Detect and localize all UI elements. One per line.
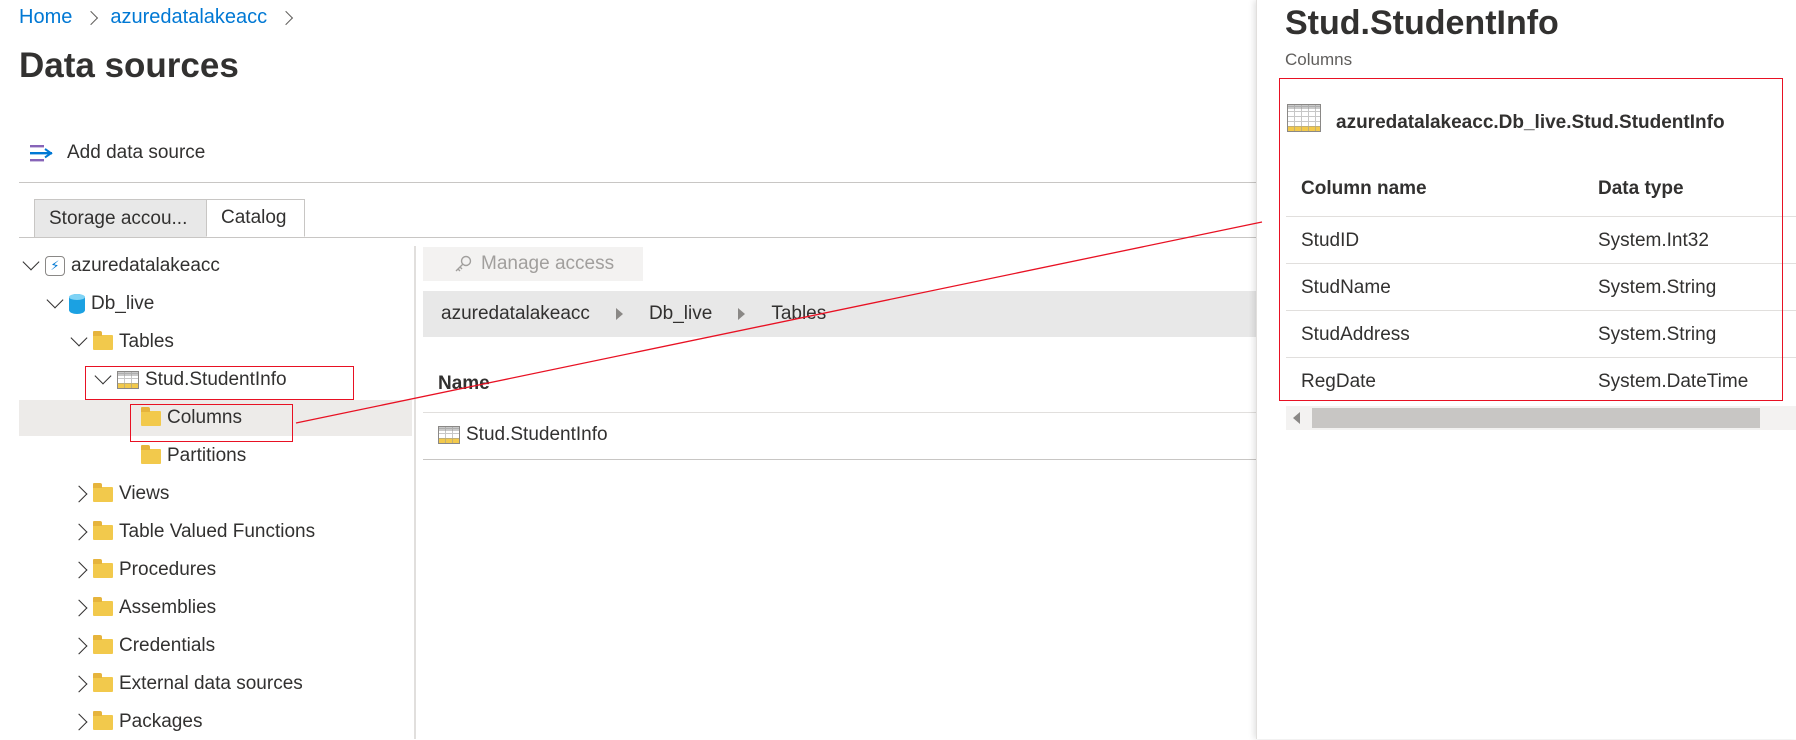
annotation-connector-line bbox=[295, 221, 1263, 424]
